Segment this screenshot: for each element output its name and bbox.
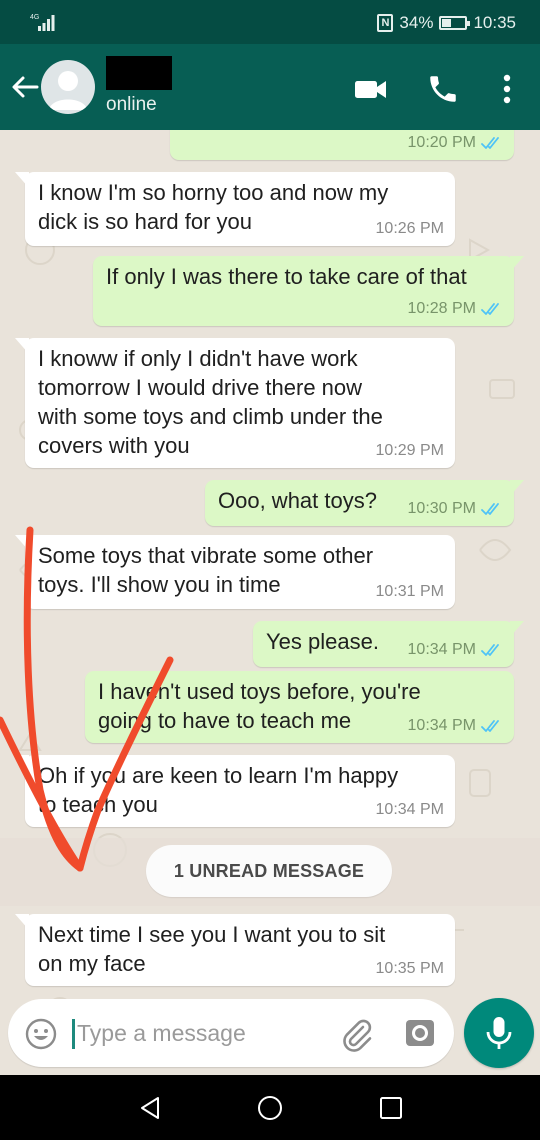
- read-receipt-icon: [481, 137, 499, 149]
- camera-icon[interactable]: [404, 1017, 436, 1049]
- back-arrow-icon[interactable]: [10, 72, 40, 102]
- message-composer: [8, 999, 454, 1067]
- outgoing-message[interactable]: 10:20 PM: [170, 130, 514, 160]
- status-bar: 4G N 34% 10:35: [0, 0, 540, 44]
- video-call-icon[interactable]: [352, 76, 390, 102]
- message-meta: 10:31 PM: [376, 583, 444, 601]
- battery-icon: [439, 16, 471, 30]
- signal-type-label: 4G: [30, 14, 39, 21]
- message-time: 10:35 PM: [375, 960, 444, 977]
- message-meta: 10:20 PM: [408, 134, 503, 152]
- nav-back-icon[interactable]: [138, 1095, 162, 1121]
- more-options-icon[interactable]: [496, 72, 518, 106]
- message-time: 10:34 PM: [407, 717, 476, 734]
- incoming-message[interactable]: Oh if you are keen to learn I'm happy to…: [15, 755, 455, 827]
- message-time: 10:28 PM: [407, 300, 476, 317]
- read-receipt-icon: [481, 720, 499, 732]
- text-cursor: [72, 1019, 75, 1049]
- message-text: I know I'm so horny too and now my dick …: [38, 180, 389, 234]
- nfc-icon: N: [377, 14, 394, 32]
- bubble-tail: [510, 621, 524, 637]
- unread-messages-label: 1 UNREAD MESSAGE: [146, 845, 392, 897]
- message-meta: 10:26 PM: [376, 220, 444, 238]
- outgoing-message[interactable]: Ooo, what toys? 10:30 PM: [205, 480, 524, 526]
- contact-name-redacted[interactable]: [106, 56, 172, 90]
- incoming-message[interactable]: Some toys that vibrate some other toys. …: [15, 535, 455, 609]
- message-meta: 10:34 PM: [408, 717, 503, 735]
- message-time: 10:34 PM: [407, 641, 476, 658]
- message-time: 10:34 PM: [375, 801, 444, 818]
- nav-home-icon[interactable]: [257, 1095, 283, 1121]
- clock: 10:35: [473, 13, 516, 32]
- nav-recent-apps-icon[interactable]: [379, 1096, 403, 1120]
- message-text: Some toys that vibrate some other toys. …: [38, 543, 374, 597]
- bubble-tail: [510, 480, 524, 496]
- message-meta: 10:34 PM: [376, 801, 444, 819]
- message-time: 10:29 PM: [375, 442, 444, 459]
- chat-header: online: [0, 44, 540, 130]
- contact-status: online: [106, 94, 157, 115]
- read-receipt-icon: [481, 303, 499, 315]
- message-time: 10:30 PM: [407, 500, 476, 517]
- outgoing-message[interactable]: I haven't used toys before, you're going…: [85, 671, 514, 743]
- emoji-icon[interactable]: [24, 1017, 58, 1051]
- outgoing-message[interactable]: Yes please. 10:34 PM: [253, 621, 524, 667]
- phone-call-icon[interactable]: [426, 72, 460, 106]
- incoming-message[interactable]: I know I'm so horny too and now my dick …: [15, 172, 455, 246]
- bubble-tail: [15, 172, 29, 188]
- message-text: If only I was there to take care of that: [106, 264, 467, 289]
- message-meta: 10:34 PM: [408, 641, 503, 659]
- battery-percentage: 34%: [399, 13, 434, 32]
- attachment-paperclip-icon[interactable]: [338, 1016, 374, 1052]
- message-list[interactable]: 10:20 PM I know I'm so horny too and now…: [0, 130, 540, 1075]
- message-meta: 10:29 PM: [376, 442, 444, 460]
- message-meta: 10:35 PM: [376, 960, 444, 978]
- outgoing-message[interactable]: If only I was there to take care of that…: [93, 256, 524, 326]
- bubble-tail: [15, 755, 29, 771]
- message-text: Next time I see you I want you to sit on…: [38, 922, 386, 976]
- message-meta: 10:30 PM: [408, 500, 503, 518]
- bubble-tail: [15, 338, 29, 354]
- read-receipt-icon: [481, 503, 499, 515]
- bubble-tail: [15, 914, 29, 930]
- message-time: 10:31 PM: [375, 583, 444, 600]
- bubble-tail: [510, 256, 524, 272]
- incoming-message[interactable]: Next time I see you I want you to sit on…: [15, 914, 455, 986]
- message-time: 10:20 PM: [407, 134, 476, 151]
- incoming-message[interactable]: I knoww if only I didn't have work tomor…: [15, 338, 455, 468]
- message-text: I haven't used toys before, you're going…: [98, 679, 421, 733]
- message-text: Ooo, what toys?: [218, 488, 377, 513]
- message-text: I knoww if only I didn't have work tomor…: [38, 346, 383, 458]
- bubble-tail: [15, 535, 29, 551]
- microphone-icon: [486, 1017, 512, 1049]
- message-input[interactable]: [77, 1015, 317, 1051]
- avatar[interactable]: [41, 60, 95, 114]
- voice-record-button[interactable]: [464, 998, 534, 1068]
- read-receipt-icon: [481, 644, 499, 656]
- message-time: 10:26 PM: [375, 220, 444, 237]
- system-navigation-bar: [0, 1075, 540, 1140]
- signal-icon: 4G: [30, 14, 55, 31]
- message-text: Oh if you are keen to learn I'm happy to…: [38, 763, 399, 817]
- message-meta: 10:28 PM: [408, 300, 503, 318]
- message-text: Yes please.: [266, 629, 379, 654]
